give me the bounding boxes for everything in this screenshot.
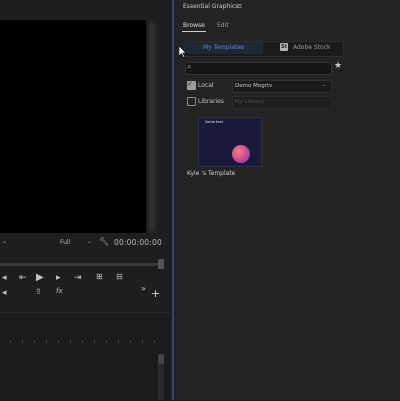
tab-edit[interactable]: Edit [217, 22, 229, 29]
timeline-scroll-handle[interactable] [158, 354, 164, 364]
ruler-tick [82, 340, 83, 343]
video-preview[interactable] [0, 20, 146, 233]
template-thumbnail-graphic [232, 145, 250, 163]
wrench-icon[interactable]: 🔧︎ [99, 237, 109, 246]
library-value[interactable]: My Library [235, 99, 264, 105]
ruler-tick [10, 340, 11, 343]
template-thumbnail-text: Some text [205, 120, 223, 124]
star-icon[interactable]: ★ [334, 61, 342, 71]
loop-icon[interactable]: ◂ [2, 288, 7, 298]
play-icon[interactable]: ▶ [36, 272, 44, 283]
timeline-panel[interactable] [0, 312, 170, 401]
chevron-down-icon[interactable]: ⌄ [322, 82, 326, 88]
libraries-checkbox[interactable] [187, 97, 196, 106]
ruler-tick [130, 340, 131, 343]
resolution-select[interactable]: Full [60, 239, 70, 246]
ruler-tick [70, 340, 71, 343]
menu-icon[interactable]: ≡ [237, 2, 242, 10]
my-templates-label[interactable]: My Templates [203, 44, 244, 51]
playhead-handle[interactable] [158, 259, 164, 269]
search-input[interactable] [185, 62, 332, 75]
ruler-tick [142, 340, 143, 343]
panel-divider[interactable] [172, 0, 174, 400]
adobe-stock-icon[interactable]: St [280, 43, 288, 51]
more-controls-icon[interactable]: » [141, 284, 146, 293]
adobe-stock-label[interactable]: Adobe Stock [293, 44, 331, 51]
ruler-tick [154, 340, 155, 343]
mouse-pointer-icon [179, 46, 187, 58]
timecode-display[interactable]: 00:00:00:00 [114, 238, 162, 247]
ruler-tick [34, 340, 35, 343]
local-label: Local [198, 82, 214, 89]
chevron-down-icon[interactable]: ⌄ [87, 238, 92, 245]
overwrite-icon[interactable]: ⊟ [116, 272, 123, 281]
template-caption[interactable]: Kyle 's Template [187, 170, 235, 177]
ruler-tick [58, 340, 59, 343]
essential-graphics-panel [175, 0, 400, 400]
local-folder-value[interactable]: Demo Mogrts [235, 83, 272, 89]
add-button[interactable]: + [151, 287, 160, 300]
export-frame-icon[interactable]: ⇪ [35, 287, 42, 296]
insert-icon[interactable]: ⊞ [96, 272, 103, 281]
fx-icon[interactable]: fx [56, 287, 63, 295]
ruler-tick [106, 340, 107, 343]
chevron-down-icon[interactable]: ⌄ [2, 238, 7, 245]
search-icon: ⌕ [187, 62, 192, 71]
libraries-label: Libraries [198, 98, 224, 105]
step-back-icon[interactable]: ◂ [2, 273, 7, 283]
ruler-tick [118, 340, 119, 343]
timeline-scrollbar[interactable] [158, 364, 164, 400]
playhead-scrubber-track[interactable] [0, 263, 158, 266]
tab-browse[interactable]: Browse [183, 22, 205, 29]
go-to-out-icon[interactable]: ⇥ [74, 273, 82, 283]
active-tab-indicator [182, 31, 206, 32]
template-thumbnail[interactable] [198, 117, 262, 167]
ruler-tick [22, 340, 23, 343]
go-to-in-icon[interactable]: ⇤ [19, 273, 27, 283]
monitor-scrollbar-thumb[interactable] [149, 22, 155, 231]
checkmark-icon[interactable]: ✓ [187, 80, 193, 88]
panel-title: Essential Graphics [183, 3, 239, 10]
step-forward-icon[interactable]: ▸ [56, 273, 61, 283]
ruler-tick [46, 340, 47, 343]
ruler-tick [94, 340, 95, 343]
